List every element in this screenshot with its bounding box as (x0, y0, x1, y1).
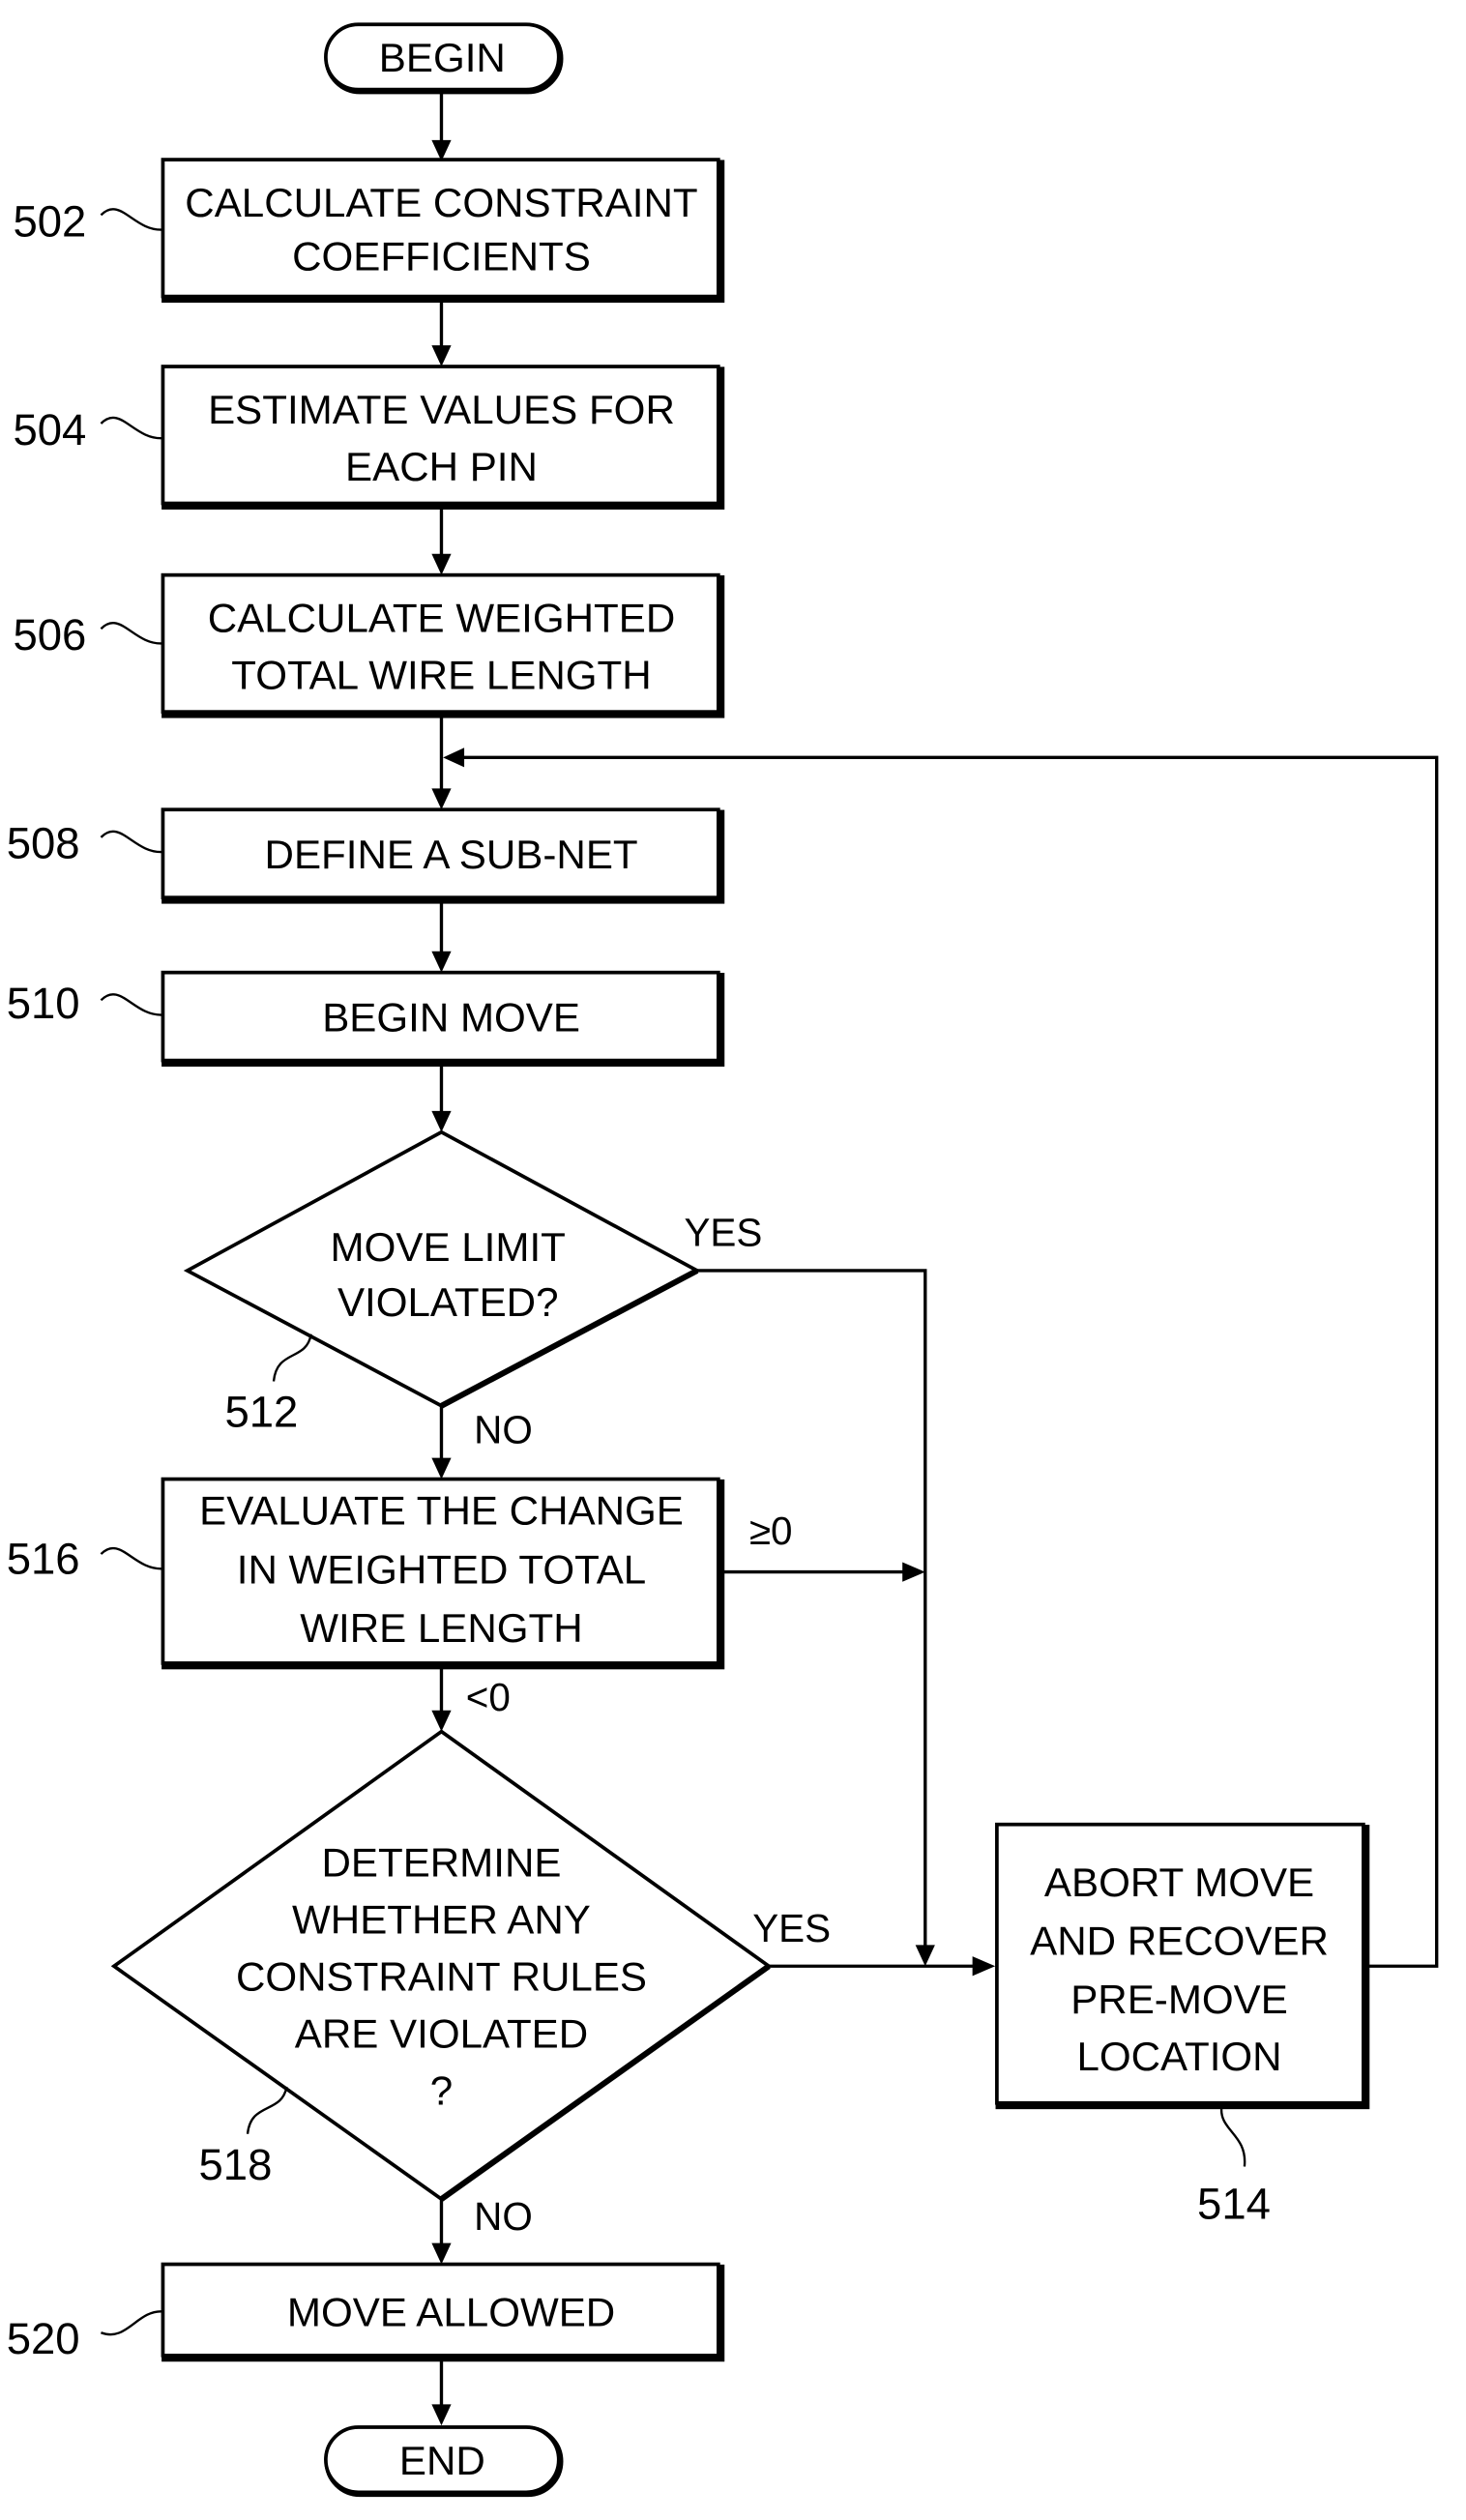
ref-506: 506 (13, 610, 86, 659)
step-516: EVALUATE THE CHANGE IN WEIGHTED TOTAL WI… (7, 1477, 725, 1670)
ref-504: 504 (13, 405, 86, 454)
decision-512-line-1: MOVE LIMIT (331, 1224, 566, 1270)
step-506-line-2: TOTAL WIRE LENGTH (231, 653, 651, 698)
leader-506 (100, 622, 163, 645)
leader-510 (100, 993, 163, 1016)
arrow-512-yes (696, 1269, 927, 1949)
step-506: CALCULATE WEIGHTED TOTAL WIRE LENGTH 506 (13, 572, 725, 718)
ref-508: 508 (7, 819, 80, 868)
arrowhead (431, 553, 452, 575)
step-514-line-2: AND RECOVER (1030, 1918, 1329, 1963)
step-502-line-2: COEFFICIENTS (292, 234, 591, 279)
arrowhead (431, 1710, 452, 1732)
label-518-yes: YES (752, 1906, 831, 1950)
begin-label: BEGIN (379, 35, 506, 80)
decision-518-line-1: DETERMINE (321, 1840, 561, 1886)
step-520: MOVE ALLOWED 520 (7, 2262, 725, 2363)
leader-512 (272, 1333, 312, 1382)
step-514: ABORT MOVE AND RECOVER PRE-MOVE LOCATION… (995, 1822, 1370, 2228)
decision-518: DETERMINE WHETHER ANY CONSTRAINT RULES A… (110, 1729, 773, 2202)
decision-512-line-2: VIOLATED? (337, 1279, 559, 1325)
label-518-no: NO (474, 2194, 533, 2239)
leader-518 (246, 2086, 288, 2134)
arrowhead (431, 345, 452, 367)
leader-502 (100, 208, 163, 231)
ref-502: 502 (13, 196, 86, 246)
step-516-line-3: WIRE LENGTH (300, 1605, 582, 1651)
leader-508 (100, 830, 163, 854)
label-512-yes: YES (684, 1211, 762, 1255)
arrowhead (431, 1110, 452, 1132)
decision-518-line-5: ? (430, 2067, 453, 2113)
step-504: ESTIMATE VALUES FOR EACH PIN 504 (13, 365, 725, 510)
step-516-line-1: EVALUATE THE CHANGE (199, 1488, 684, 1534)
step-502-line-1: CALCULATE CONSTRAINT (185, 180, 697, 225)
ref-518: 518 (199, 2140, 273, 2189)
arrowhead (972, 1956, 996, 1977)
step-514-line-3: PRE-MOVE (1070, 1977, 1288, 2022)
step-506-line-1: CALCULATE WEIGHTED (208, 596, 676, 641)
arrowhead (431, 1457, 452, 1480)
end-terminal: END (324, 2425, 564, 2498)
ref-514: 514 (1197, 2179, 1271, 2228)
decision-518-line-4: ARE VIOLATED (295, 2010, 588, 2056)
leader-514 (1220, 2105, 1246, 2167)
step-520-line-1: MOVE ALLOWED (287, 2290, 615, 2335)
step-508: DEFINE A SUB-NET 508 (7, 807, 725, 904)
loop-return-arrowhead (443, 747, 465, 768)
arrowhead (902, 1562, 925, 1582)
decision-512: MOVE LIMIT VIOLATED? 512 (183, 1129, 701, 1437)
ref-520: 520 (7, 2314, 80, 2363)
step-510: BEGIN MOVE 510 (7, 970, 725, 1068)
label-516-ge0: ≥0 (749, 1509, 793, 1553)
leader-504 (100, 416, 163, 440)
begin-terminal: BEGIN (324, 22, 564, 95)
leader-520 (101, 2310, 163, 2336)
decision-518-line-2: WHETHER ANY (292, 1897, 591, 1943)
step-508-line-1: DEFINE A SUB-NET (265, 832, 638, 877)
step-510-line-1: BEGIN MOVE (322, 994, 580, 1040)
arrowhead (431, 951, 452, 973)
leader-516 (100, 1546, 163, 1570)
step-516-line-2: IN WEIGHTED TOTAL (237, 1546, 646, 1592)
flowchart: BEGIN CALCULATE CONSTRAINT COEFFICIENTS … (7, 22, 1439, 2498)
step-514-line-4: LOCATION (1076, 2034, 1281, 2079)
step-504-line-1: ESTIMATE VALUES FOR (208, 387, 675, 432)
arrowhead (915, 1945, 935, 1967)
ref-516: 516 (7, 1534, 80, 1583)
label-516-lt0: <0 (466, 1675, 511, 1719)
decision-518-line-3: CONSTRAINT RULES (236, 1954, 647, 2000)
arrowhead (431, 788, 452, 810)
ref-510: 510 (7, 979, 80, 1028)
loop-return-line (462, 755, 1439, 1968)
arrowhead (431, 2242, 452, 2265)
end-label: END (399, 2438, 485, 2483)
label-512-no: NO (474, 1408, 533, 1452)
ref-512: 512 (224, 1388, 298, 1437)
step-514-line-1: ABORT MOVE (1044, 1860, 1314, 1905)
step-504-line-2: EACH PIN (345, 444, 538, 489)
arrowhead (431, 2404, 452, 2426)
step-502: CALCULATE CONSTRAINT COEFFICIENTS 502 (13, 158, 725, 303)
